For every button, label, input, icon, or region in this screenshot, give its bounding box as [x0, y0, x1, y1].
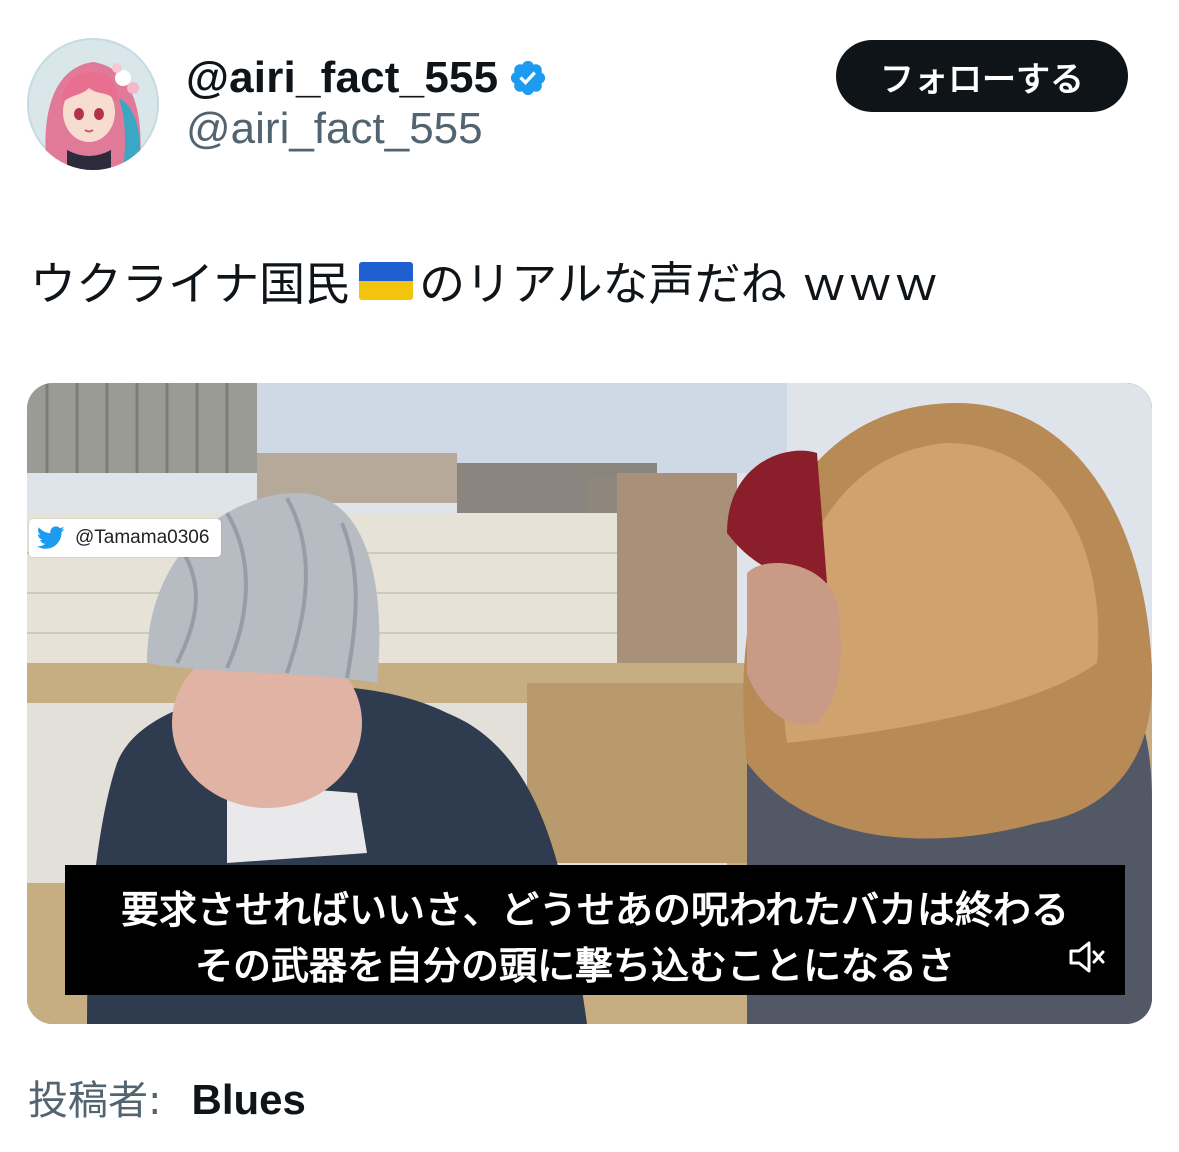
- posted-by-name[interactable]: Blues: [191, 1076, 305, 1124]
- video-watermark: @Tamama0306: [29, 519, 222, 557]
- follow-button[interactable]: フォローする: [836, 40, 1128, 112]
- tweet-text: ウクライナ国民 のリアルな声だね ｗｗｗ: [30, 248, 939, 314]
- posted-by-label: 投稿者:: [28, 1078, 162, 1124]
- speaker-muted-icon[interactable]: [1067, 939, 1107, 975]
- avatar-anime-girl-image: [27, 38, 159, 170]
- video-subtitle: 要求させればいいさ、どうせあの呪われたバカは終わる その武器を自分の頭に撃ち込む…: [65, 865, 1125, 995]
- display-name[interactable]: @airi_fact_555: [186, 53, 498, 103]
- verified-badge-icon: [511, 60, 546, 96]
- display-name-row[interactable]: @airi_fact_555: [186, 48, 548, 108]
- ukraine-flag-icon: [359, 262, 414, 300]
- video-player[interactable]: @Tamama0306 要求させればいいさ、どうせあの呪われたバカは終わる その…: [27, 383, 1152, 1024]
- tweet-text-part1: ウクライナ国民: [30, 257, 352, 311]
- twitter-bird-icon: [37, 526, 65, 549]
- subtitle-line-2: その武器を自分の頭に撃ち込むことになるさ: [194, 944, 955, 988]
- posted-by: 投稿者: Blues: [28, 1068, 306, 1126]
- subtitle-line-1: 要求させればいいさ、どうせあの呪われたバカは終わる: [120, 888, 1070, 932]
- user-handle[interactable]: @airi_fact_555: [186, 104, 483, 154]
- watermark-handle: @Tamama0306: [75, 527, 210, 548]
- avatar[interactable]: [27, 38, 159, 170]
- tweet-text-part2: のリアルな声だね ｗｗｗ: [419, 257, 940, 311]
